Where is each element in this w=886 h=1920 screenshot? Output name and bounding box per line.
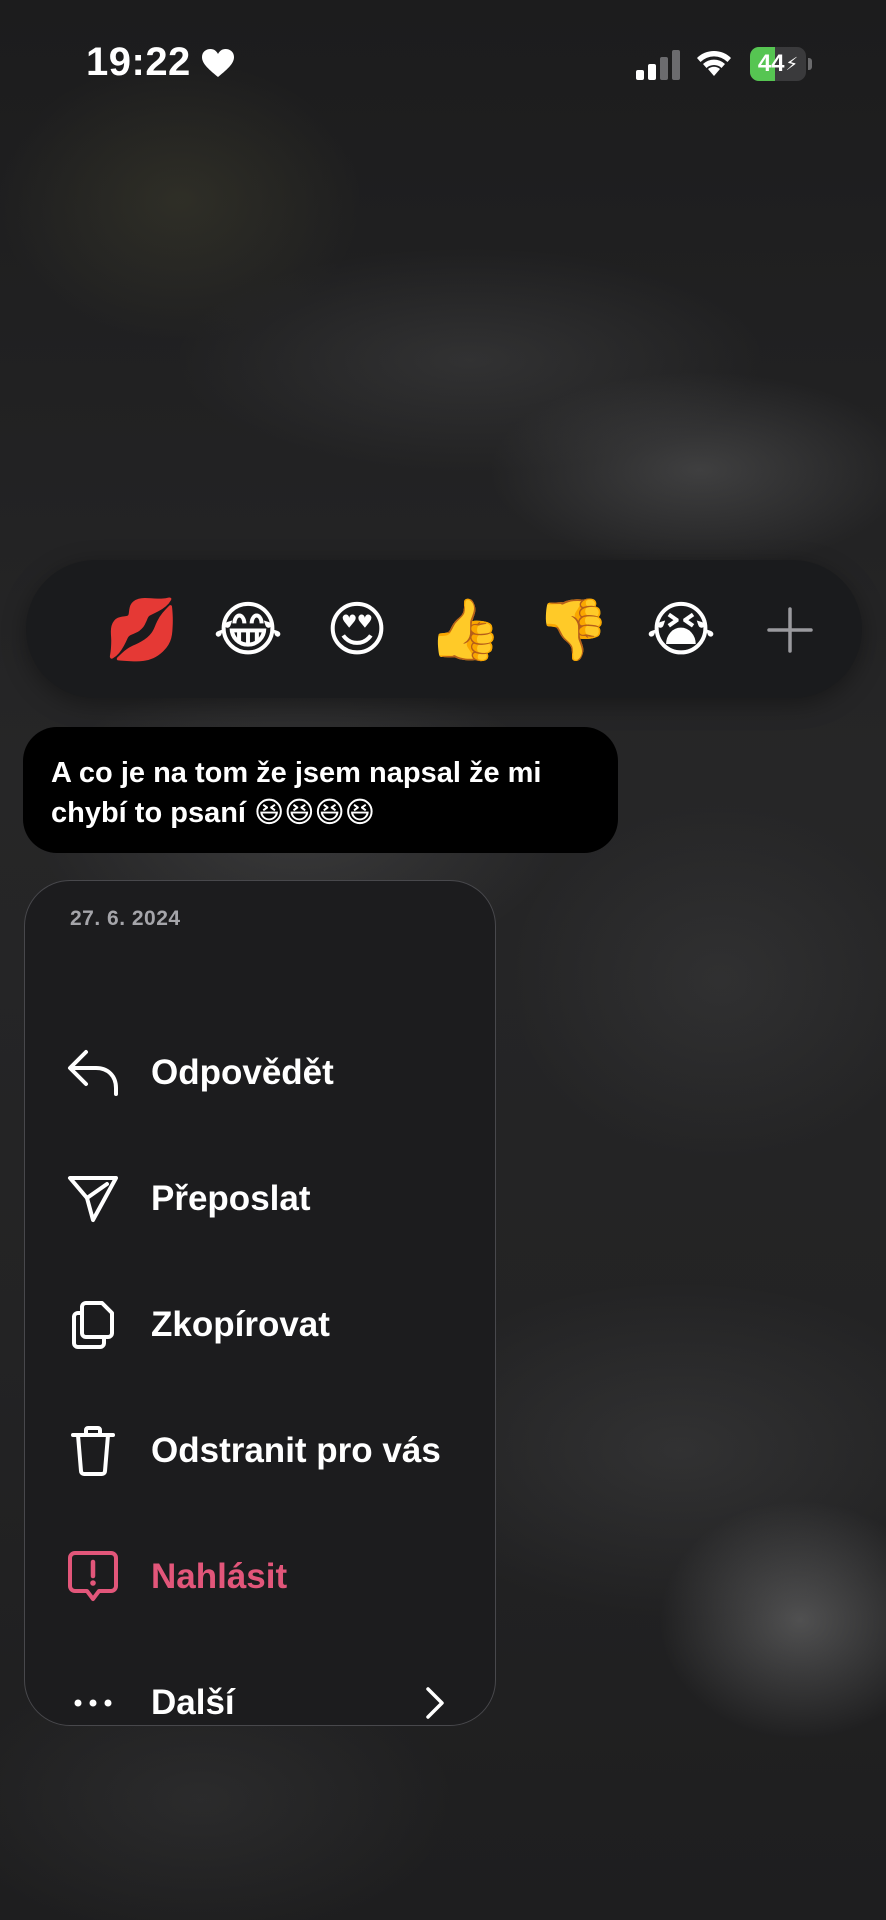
menu-item-forward[interactable]: Přeposlat <box>25 1149 495 1249</box>
message-bubble[interactable]: A co je na tom že jsem napsal že mi chyb… <box>23 727 618 853</box>
status-bar: 19:22 44 ⚡ <box>0 0 886 130</box>
menu-item-label: Další <box>151 1683 235 1722</box>
menu-item-label: Přeposlat <box>151 1179 311 1218</box>
menu-item-label: Nahlásit <box>151 1557 288 1596</box>
time-text: 19:22 <box>86 40 191 84</box>
add-reaction-button[interactable] <box>754 594 826 666</box>
battery-percentage: 44 ⚡ <box>757 50 799 77</box>
reaction-kiss-mark[interactable]: 💋 <box>105 594 180 666</box>
wifi-icon <box>697 50 731 76</box>
battery-cap <box>808 58 812 70</box>
reaction-loudly-crying[interactable]: 😭 <box>645 594 717 666</box>
message-context-menu: 27. 6. 2024 Odpovědět Přeposlat Zkopírov… <box>24 880 496 1726</box>
menu-item-more[interactable]: Další <box>25 1653 495 1753</box>
message-date: 27. 6. 2024 <box>70 907 181 930</box>
reply-icon <box>65 1045 121 1101</box>
heart-icon <box>201 48 234 77</box>
forward-icon <box>65 1171 121 1227</box>
status-time: 19:22 <box>86 40 235 85</box>
message-text-line-1: A co je na tom že jsem napsal že mi <box>51 757 542 789</box>
reaction-thumbs-up[interactable]: 👍 <box>428 594 503 666</box>
reaction-bar: 💋 😂 😍 👍 👎 😭 <box>26 560 862 698</box>
menu-item-label: Odpovědět <box>151 1053 334 1092</box>
menu-item-reply[interactable]: Odpovědět <box>25 1023 495 1123</box>
plus-icon <box>767 607 813 653</box>
menu-item-report[interactable]: Nahlásit <box>25 1527 495 1627</box>
menu-item-delete-for-you[interactable]: Odstranit pro vás <box>25 1401 495 1501</box>
message-text-line-2: chybí to psaní 😆😆😆😆 <box>51 797 375 829</box>
menu-item-label: Odstranit pro vás <box>151 1431 441 1470</box>
reaction-face-with-tears-of-joy[interactable]: 😂 <box>212 594 284 666</box>
report-icon <box>65 1549 121 1605</box>
copy-icon <box>65 1297 121 1353</box>
reaction-thumbs-down[interactable]: 👎 <box>536 594 611 666</box>
menu-item-copy[interactable]: Zkopírovat <box>25 1275 495 1375</box>
more-icon <box>65 1675 121 1731</box>
menu-item-label: Zkopírovat <box>151 1305 330 1344</box>
reaction-heart-eyes[interactable]: 😍 <box>321 594 393 666</box>
battery-icon: 44 ⚡ <box>750 47 806 81</box>
cellular-signal-icon <box>636 50 680 80</box>
trash-icon <box>65 1423 121 1479</box>
chevron-right-icon <box>426 1687 444 1719</box>
